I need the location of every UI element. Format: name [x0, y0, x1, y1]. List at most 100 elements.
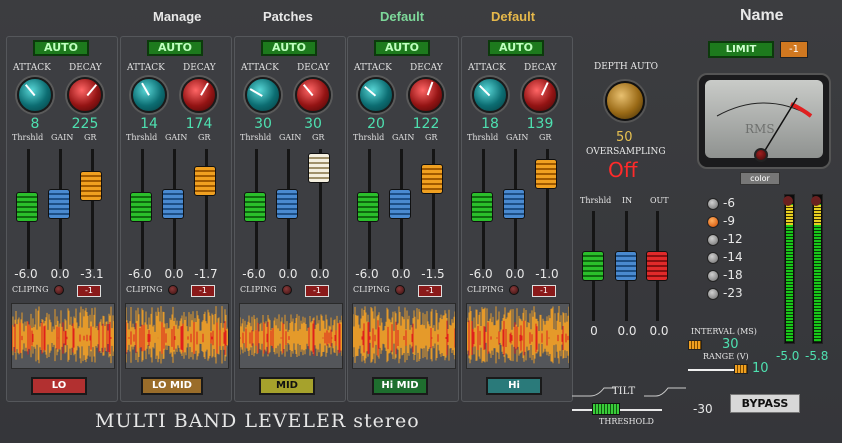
band-auto-button[interactable]: AUTO: [374, 40, 430, 56]
thr-fader[interactable]: [130, 192, 152, 222]
range-option-label: -9: [723, 214, 735, 228]
decay-value: 174: [185, 116, 213, 132]
band-select-button[interactable]: Hi: [486, 377, 542, 395]
thr-fader[interactable]: [357, 192, 379, 222]
oversampling-toggle[interactable]: Off: [608, 158, 638, 182]
clip-led: [395, 285, 405, 295]
thr-fader[interactable]: [244, 192, 266, 222]
limit-button[interactable]: LIMIT: [708, 41, 774, 58]
clip-led: [54, 285, 64, 295]
band-auto-button[interactable]: AUTO: [261, 40, 317, 56]
decay-label: DECAY: [524, 63, 557, 73]
gr-value: -1.7: [194, 267, 218, 281]
attack-label: ATTACK: [13, 63, 51, 73]
band-select-button[interactable]: LO: [31, 377, 87, 395]
threshold-value: -30: [693, 402, 713, 416]
decay-value: 139: [526, 116, 554, 132]
attack-knob[interactable]: [472, 77, 508, 113]
gain-fader[interactable]: [48, 189, 70, 219]
clip-minus-button[interactable]: -1: [418, 285, 442, 297]
decay-value: 122: [412, 116, 440, 132]
patches-menu[interactable]: Patches: [263, 9, 313, 24]
gr-label: GR: [198, 133, 211, 142]
range-option-5[interactable]: -23: [707, 286, 743, 300]
band-select-button[interactable]: LO MID: [141, 377, 203, 395]
band-auto-button[interactable]: AUTO: [147, 40, 203, 56]
bypass-button[interactable]: BYPASS: [730, 394, 800, 413]
gain-fader[interactable]: [162, 189, 184, 219]
band-select-button[interactable]: MID: [259, 377, 315, 395]
depth-knob[interactable]: [605, 81, 645, 121]
thr-fader[interactable]: [16, 192, 38, 222]
attack-label: ATTACK: [127, 63, 165, 73]
clip-led: [282, 285, 292, 295]
gain-fader[interactable]: [276, 189, 298, 219]
rms-needle-svg: [716, 97, 813, 153]
meter-right-value: -5.8: [805, 349, 829, 363]
band-auto-button[interactable]: AUTO: [33, 40, 89, 56]
attack-knob[interactable]: [131, 77, 167, 113]
decay-knob[interactable]: [295, 77, 331, 113]
band-select-button[interactable]: Hi MID: [372, 377, 428, 395]
limit-minus-button[interactable]: -1: [780, 41, 808, 58]
interval-slider[interactable]: [688, 340, 702, 350]
gain-fader[interactable]: [503, 189, 525, 219]
gr-label: GR: [84, 133, 97, 142]
depth-in-fader[interactable]: [615, 251, 637, 281]
clip-minus-button[interactable]: -1: [305, 285, 329, 297]
range-option-label: -23: [723, 286, 743, 300]
radio-icon: [707, 251, 719, 264]
range-v-slider[interactable]: [734, 364, 748, 374]
range-option-4[interactable]: -18: [707, 268, 743, 282]
clip-label: CLIPING: [467, 285, 504, 294]
clip-minus-button[interactable]: -1: [191, 285, 215, 297]
band-strip-0: AUTO ATTACK DECAY 8 225 Thrshld GAIN GR …: [6, 36, 118, 402]
decay-knob[interactable]: [181, 77, 217, 113]
gr-value: -1.5: [421, 267, 445, 281]
tilt-left-curve: [572, 387, 616, 397]
gr-fader[interactable]: [308, 153, 330, 183]
depth-out-fader[interactable]: [646, 251, 668, 281]
range-option-1[interactable]: -9: [707, 214, 735, 228]
decay-knob[interactable]: [522, 77, 558, 113]
meter-left-peak: [786, 205, 793, 225]
preset-b-default[interactable]: Default: [491, 9, 535, 24]
gr-fader[interactable]: [194, 166, 216, 196]
depth-value: 50: [616, 130, 633, 145]
depth-auto-label: DEPTH AUTO: [594, 62, 659, 72]
depth-thr-fader[interactable]: [582, 251, 604, 281]
depth-out-value: 0.0: [649, 324, 669, 338]
range-option-0[interactable]: -6: [707, 196, 735, 210]
gr-fader[interactable]: [535, 159, 557, 189]
clip-minus-button[interactable]: -1: [532, 285, 556, 297]
thr-fader[interactable]: [471, 192, 493, 222]
decay-knob[interactable]: [67, 77, 103, 113]
gain-label: GAIN: [506, 133, 529, 142]
decay-knob[interactable]: [408, 77, 444, 113]
color-button[interactable]: color: [740, 172, 780, 185]
band-strip-1: AUTO ATTACK DECAY 14 174 Thrshld GAIN GR…: [120, 36, 232, 402]
clip-label: CLIPING: [240, 285, 277, 294]
preset-a-default[interactable]: Default: [380, 9, 424, 24]
preset-name[interactable]: Name: [740, 7, 784, 25]
gain-label: GAIN: [279, 133, 302, 142]
gr-fader[interactable]: [80, 171, 102, 201]
band-auto-button[interactable]: AUTO: [488, 40, 544, 56]
tilt-slider[interactable]: [592, 403, 620, 415]
gain-value: 0.0: [505, 267, 525, 281]
gain-fader[interactable]: [389, 189, 411, 219]
thr-label: Thrshld: [353, 133, 385, 142]
gr-fader[interactable]: [421, 164, 443, 194]
manage-menu[interactable]: Manage: [153, 9, 201, 24]
interval-value: 30: [722, 337, 739, 352]
thr-value: -6.0: [469, 267, 493, 281]
attack-knob[interactable]: [358, 77, 394, 113]
waveform-display: [125, 303, 229, 369]
waveform-display: [239, 303, 343, 369]
range-option-3[interactable]: -14: [707, 250, 743, 264]
attack-value: 30: [254, 116, 272, 132]
attack-knob[interactable]: [17, 77, 53, 113]
range-option-2[interactable]: -12: [707, 232, 743, 246]
clip-minus-button[interactable]: -1: [77, 285, 101, 297]
attack-knob[interactable]: [245, 77, 281, 113]
